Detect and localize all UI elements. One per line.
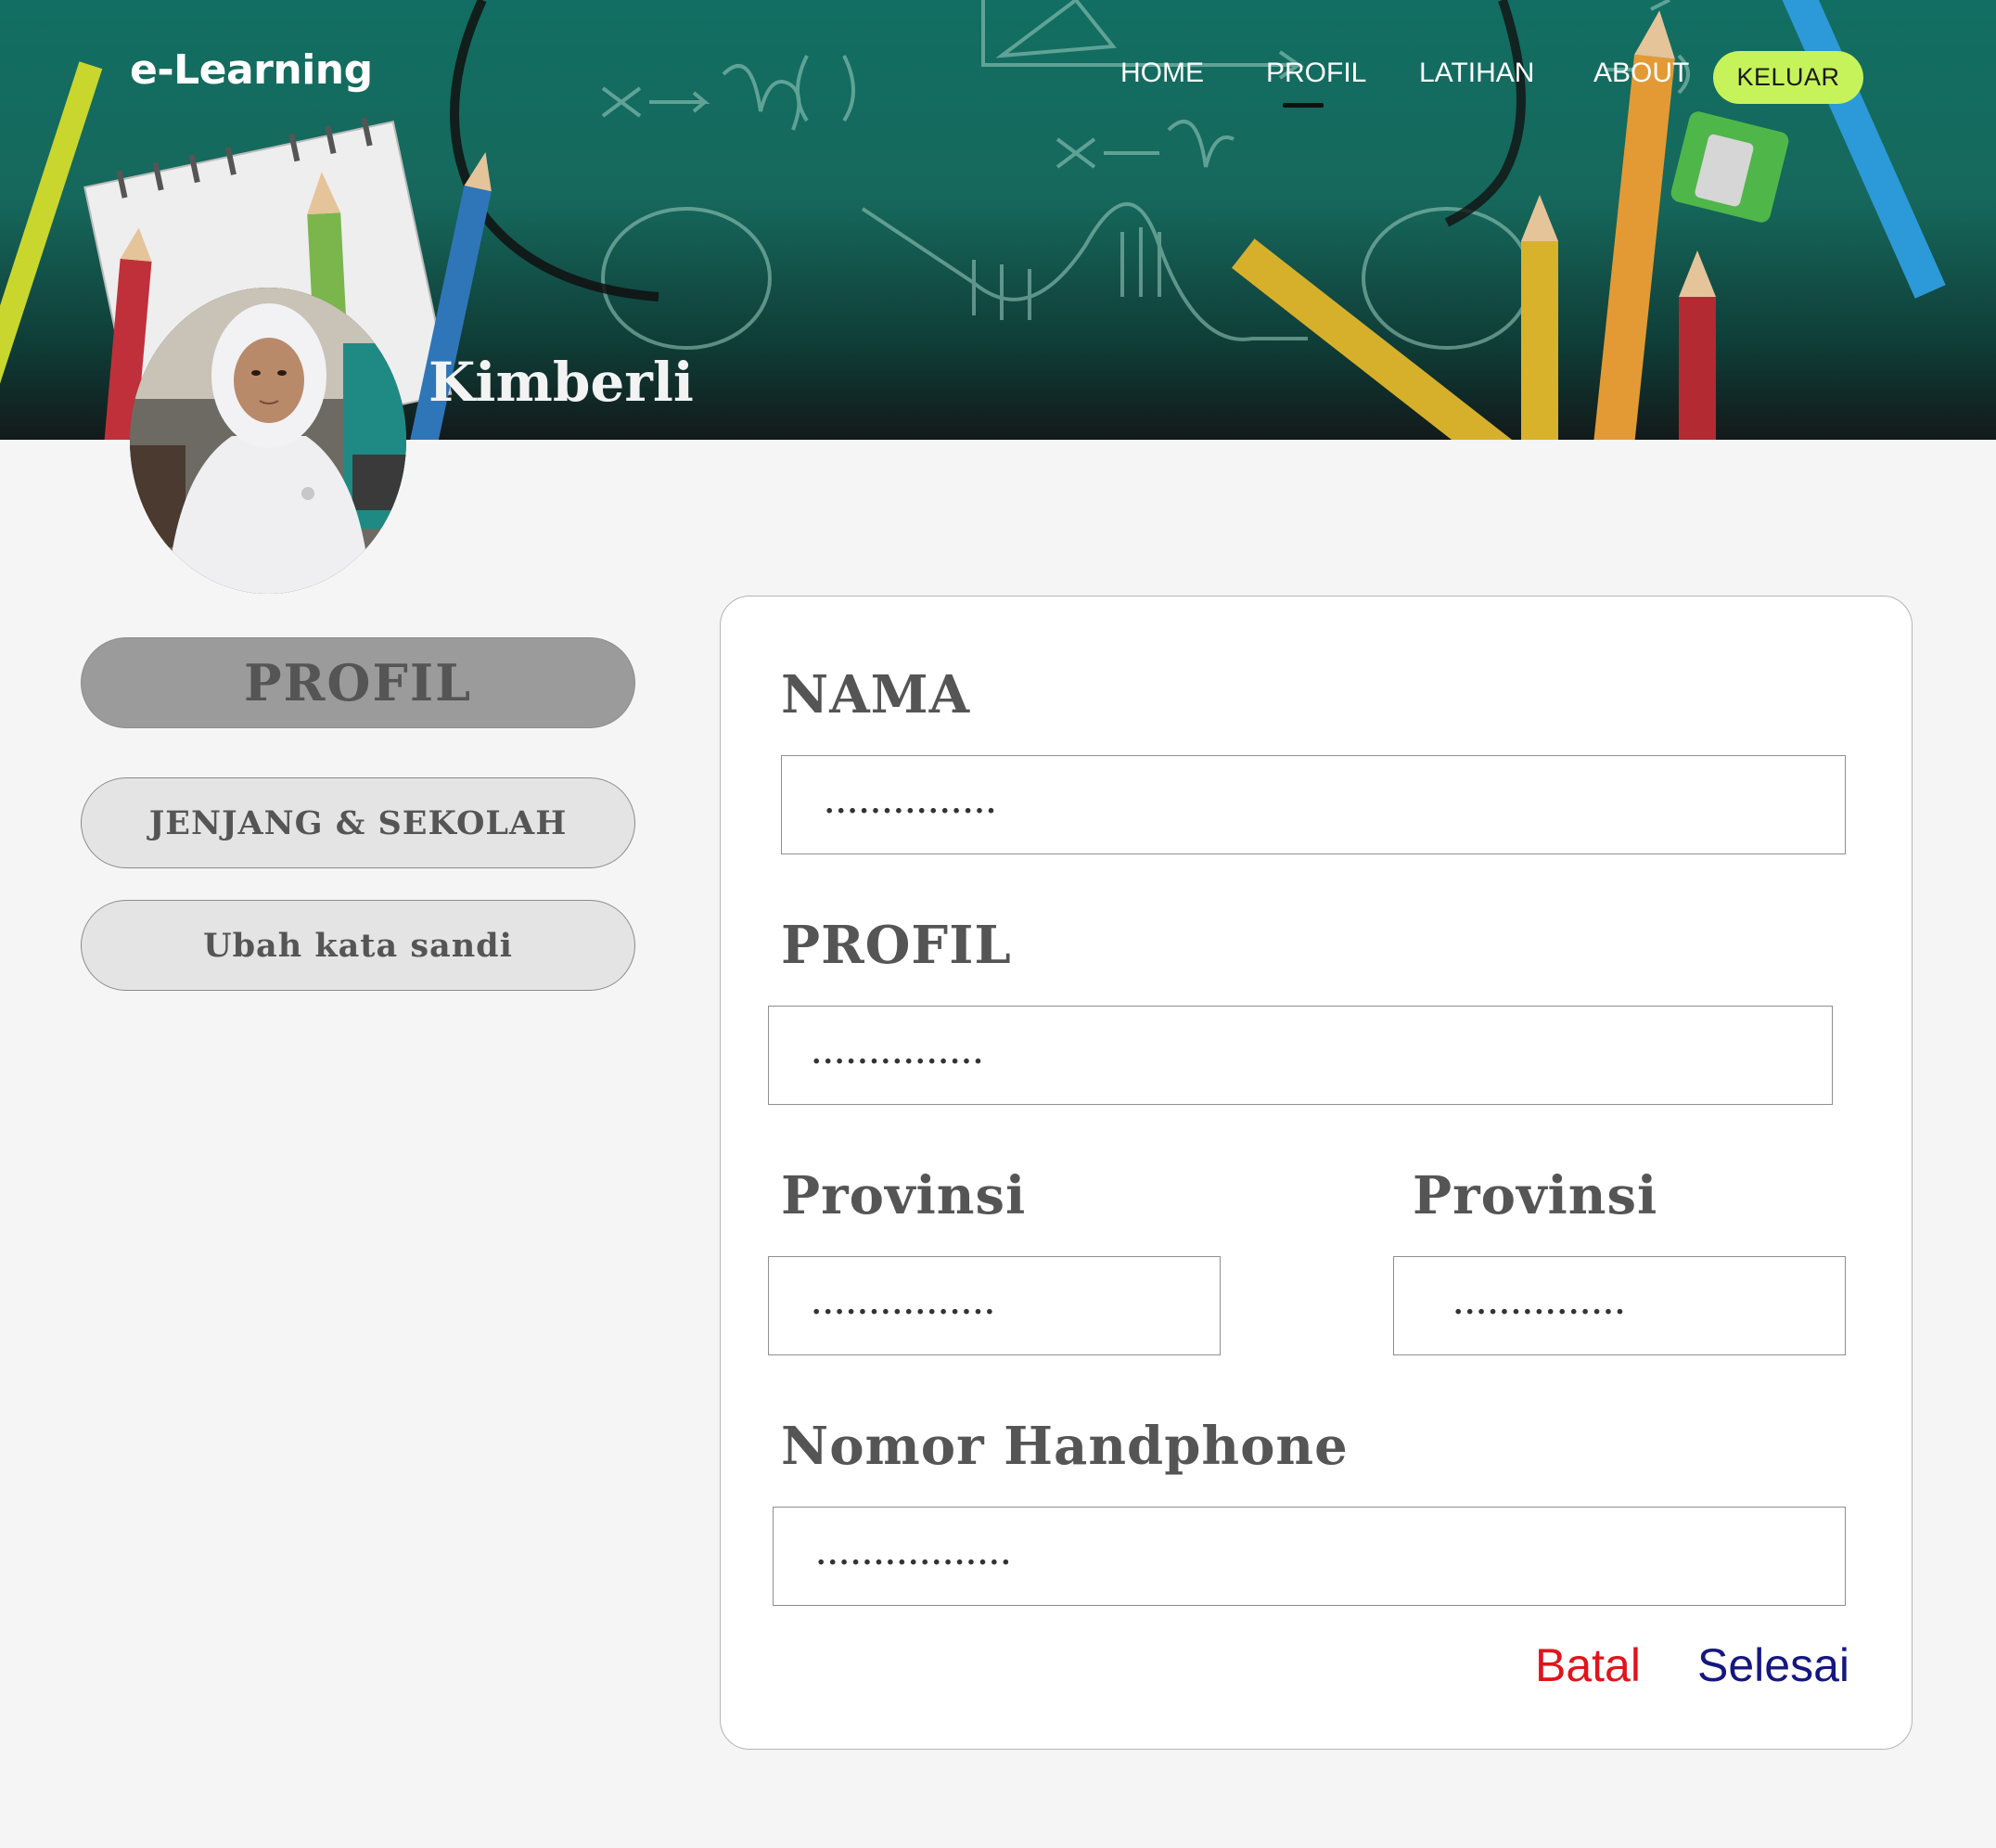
provinsi-label: Provinsi <box>781 1165 1027 1226</box>
user-name: Kimberli <box>429 351 694 414</box>
nav-about[interactable]: ABOUT <box>1593 58 1689 89</box>
provinsi-input[interactable]: ................ <box>768 1256 1221 1355</box>
sidebar-item-profil[interactable]: PROFIL <box>81 637 635 728</box>
nav-latihan[interactable]: LATIHAN <box>1419 58 1534 89</box>
logout-button[interactable]: KELUAR <box>1713 51 1863 104</box>
nav-profil[interactable]: PROFIL <box>1266 58 1366 89</box>
sidebar-item-jenjang-sekolah[interactable]: JENJANG & SEKOLAH <box>81 777 635 868</box>
avatar-photo <box>130 288 406 594</box>
profil-label: PROFIL <box>781 915 1012 976</box>
provinsi-label-2: Provinsi <box>1413 1165 1658 1226</box>
cancel-button[interactable]: Batal <box>1535 1638 1641 1692</box>
brand-logo[interactable]: e-Learning <box>130 46 373 94</box>
nomor-handphone-input[interactable]: ................. <box>773 1507 1846 1606</box>
nomor-handphone-label: Nomor Handphone <box>781 1416 1349 1477</box>
profil-input[interactable]: ............... <box>768 1006 1833 1105</box>
nav-home[interactable]: HOME <box>1120 58 1204 89</box>
nav-active-indicator <box>1283 103 1324 108</box>
avatar[interactable] <box>130 288 406 594</box>
nama-input[interactable]: ............... <box>781 755 1846 854</box>
sidebar-item-ubah-kata-sandi[interactable]: Ubah kata sandi <box>81 900 635 991</box>
submit-button[interactable]: Selesai <box>1697 1638 1849 1692</box>
nama-label: NAMA <box>781 664 971 725</box>
provinsi-input-2[interactable]: ............... <box>1393 1256 1846 1355</box>
